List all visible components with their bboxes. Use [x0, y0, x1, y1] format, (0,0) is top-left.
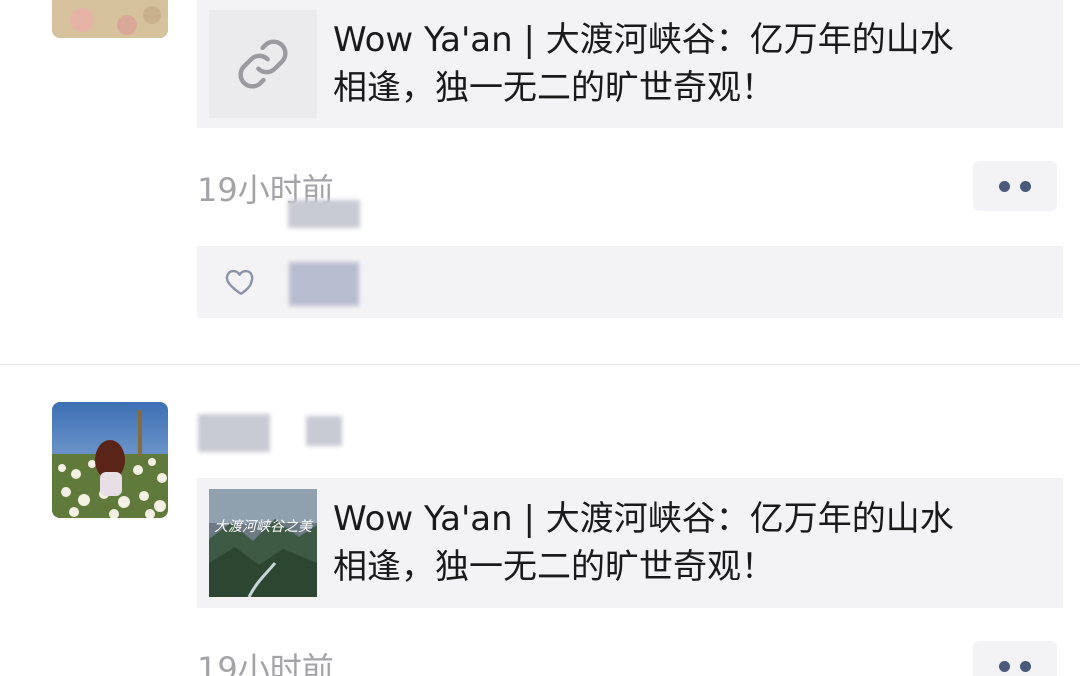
more-dots-icon[interactable] [973, 641, 1057, 676]
likes-bar [197, 246, 1063, 318]
heart-icon [225, 269, 254, 295]
post-time: 19小时前 [197, 650, 334, 676]
link-title: Wow Ya'an | 大渡河峡谷：亿万年的山水 相逢，独一无二的旷世奇观！ [333, 20, 954, 108]
link-icon [238, 39, 288, 89]
blurred-username[interactable] [198, 414, 270, 452]
moments-feed: Wow Ya'an | 大渡河峡谷：亿万年的山水 相逢，独一无二的旷世奇观！ 1… [0, 0, 1080, 676]
shared-link-card[interactable]: 大渡河峡谷之美 Wow Ya'an | 大渡河峡谷：亿万年的山水 相逢，独一无二… [197, 478, 1063, 608]
link-thumbnail: 大渡河峡谷之美 [209, 489, 317, 597]
more-dots-icon[interactable] [973, 161, 1057, 211]
blurred-username-2 [306, 416, 342, 446]
thumbnail-title: 大渡河峡谷之美 [214, 519, 312, 535]
link-title: Wow Ya'an | 大渡河峡谷：亿万年的山水 相逢，独一无二的旷世奇观！ [333, 499, 954, 587]
avatar[interactable] [52, 402, 168, 518]
shared-link-card[interactable]: Wow Ya'an | 大渡河峡谷：亿万年的山水 相逢，独一无二的旷世奇观！ [197, 0, 1063, 128]
link-thumbnail [209, 10, 317, 118]
post-divider [0, 364, 1080, 365]
avatar[interactable] [52, 0, 168, 38]
blurred-location [288, 200, 360, 228]
blurred-liker-name[interactable] [289, 262, 359, 306]
